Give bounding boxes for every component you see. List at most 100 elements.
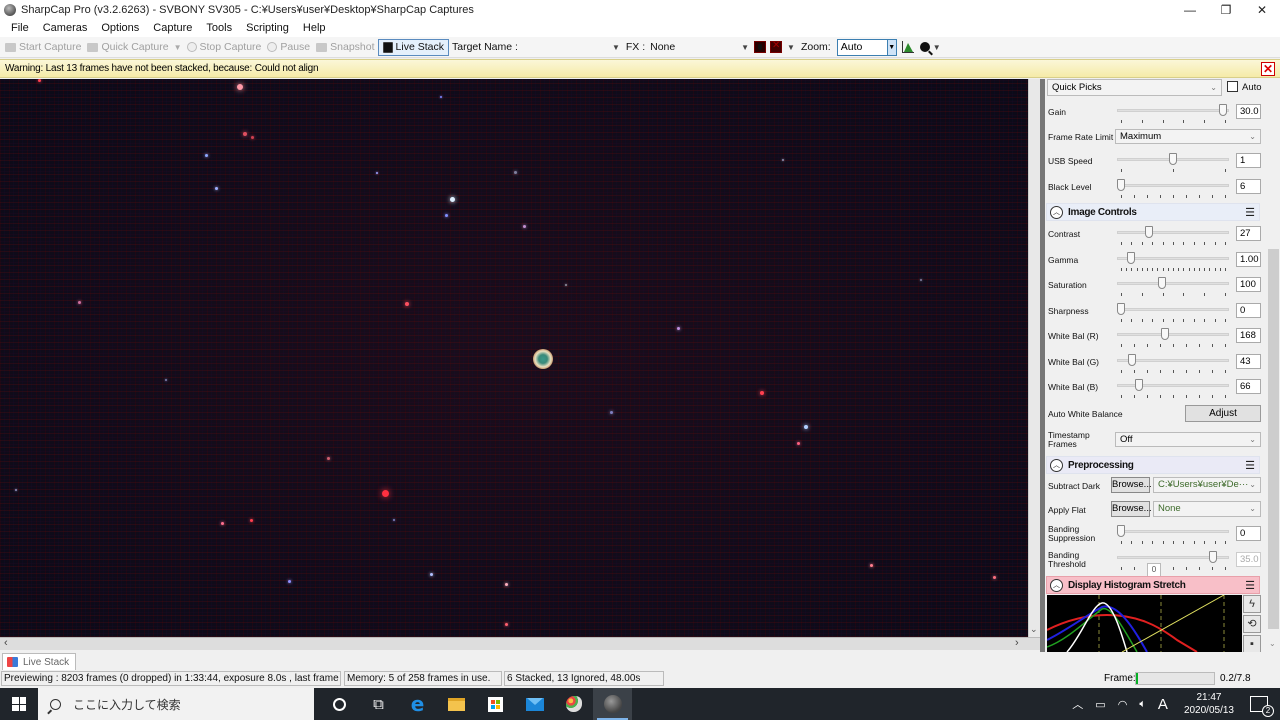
wb-red-slider[interactable]: [1117, 328, 1229, 342]
contrast-value[interactable]: 27: [1236, 226, 1261, 241]
section-menu-icon[interactable]: ☰: [1245, 579, 1255, 592]
task-view-button[interactable]: ⧉: [359, 688, 398, 720]
wb-red-value[interactable]: 168: [1236, 328, 1261, 343]
menu-file[interactable]: File: [4, 22, 36, 34]
wb-green-slider[interactable]: [1117, 354, 1229, 368]
quick-capture-button[interactable]: Quick Capture: [84, 38, 171, 56]
wb-blue-slider[interactable]: [1117, 379, 1229, 393]
edge-button[interactable]: e: [398, 688, 437, 720]
scroll-right-icon[interactable]: ›: [1015, 637, 1019, 649]
gamma-slider[interactable]: [1117, 252, 1229, 266]
wb-green-value[interactable]: 43: [1236, 354, 1261, 369]
scroll-down-icon[interactable]: ⌄: [1030, 624, 1038, 635]
reticle-overlay-icon[interactable]: [754, 41, 767, 53]
section-menu-icon[interactable]: ☰: [1245, 206, 1255, 219]
sharpness-value[interactable]: 0: [1236, 303, 1261, 318]
saturation-slider[interactable]: [1117, 277, 1229, 291]
panel-scrollbar-thumb[interactable]: [1268, 249, 1279, 629]
menu-capture[interactable]: Capture: [146, 22, 199, 34]
apply-flat-browse-button[interactable]: Browse...: [1111, 501, 1152, 517]
panel-scrollbar[interactable]: ⌄: [1267, 79, 1280, 652]
histogram-icon[interactable]: [901, 41, 914, 53]
frame-rate-select[interactable]: Maximum ⌄: [1115, 129, 1261, 144]
collapse-icon[interactable]: ︿: [1050, 205, 1063, 219]
ime-indicator[interactable]: A: [1158, 696, 1168, 713]
banding-threshold-slider[interactable]: [1117, 551, 1229, 565]
maximize-button[interactable]: ❐: [1208, 0, 1244, 19]
notification-center-button[interactable]: 2: [1250, 696, 1274, 717]
saturation-value[interactable]: 100: [1236, 277, 1261, 292]
show-hidden-icons[interactable]: ︿: [1072, 696, 1083, 712]
close-button[interactable]: ✕: [1244, 0, 1280, 19]
menu-cameras[interactable]: Cameras: [36, 22, 95, 34]
magnifier-dropdown-icon[interactable]: ▼: [930, 43, 944, 52]
usb-speed-slider[interactable]: [1117, 153, 1229, 167]
section-menu-icon[interactable]: ☰: [1245, 459, 1255, 472]
live-stack-button[interactable]: Live Stack: [377, 38, 449, 56]
gain-value[interactable]: 30.0: [1236, 104, 1261, 119]
clock[interactable]: 21:47 2020/05/13: [1184, 691, 1234, 717]
black-level-value[interactable]: 6: [1236, 179, 1261, 194]
auto-checkbox[interactable]: [1227, 81, 1238, 92]
tab-live-stack[interactable]: Live Stack: [2, 653, 77, 670]
target-name-dropdown-icon[interactable]: ▼: [609, 43, 623, 52]
usb-speed-value[interactable]: 1: [1236, 153, 1261, 168]
overlay-dropdown-icon[interactable]: ▼: [784, 43, 798, 52]
stop-capture-button[interactable]: Stop Capture: [184, 38, 265, 56]
save-icon[interactable]: ▪: [1243, 635, 1261, 652]
store-button[interactable]: [476, 688, 515, 720]
banding-suppression-slider[interactable]: [1117, 525, 1229, 539]
menu-help[interactable]: Help: [296, 22, 333, 34]
scroll-left-icon[interactable]: ‹: [4, 637, 8, 649]
menu-options[interactable]: Options: [94, 22, 146, 34]
saturation-slider-thumb[interactable]: [1157, 277, 1166, 289]
subtract-dark-select[interactable]: C:¥Users¥user¥De··· ⌄: [1153, 477, 1261, 493]
gain-slider-thumb[interactable]: [1218, 104, 1227, 116]
magnifier-icon[interactable]: [919, 42, 930, 52]
image-controls-header[interactable]: ︿ Image Controls ☰: [1046, 203, 1260, 221]
fx-dropdown-icon[interactable]: ▼: [738, 43, 752, 52]
zoom-select[interactable]: Auto ▼: [836, 38, 897, 56]
black-level-slider-thumb[interactable]: [1117, 179, 1125, 191]
sharpness-slider[interactable]: [1117, 303, 1229, 317]
reset-icon[interactable]: ⟲: [1243, 615, 1261, 633]
snapshot-button[interactable]: Snapshot: [313, 38, 377, 56]
collapse-icon[interactable]: ︿: [1050, 458, 1063, 472]
focus-overlay-icon[interactable]: [770, 40, 783, 53]
viewport-vertical-scrollbar[interactable]: ⌄: [1028, 79, 1040, 637]
histogram-header[interactable]: ︿ Display Histogram Stretch ☰: [1046, 576, 1260, 594]
apply-flat-select[interactable]: None ⌄: [1153, 501, 1261, 517]
start-button[interactable]: [0, 688, 38, 720]
mail-button[interactable]: [515, 688, 554, 720]
wb-blue-slider-thumb[interactable]: [1134, 379, 1143, 391]
subtract-dark-browse-button[interactable]: Browse...: [1111, 477, 1152, 493]
contrast-slider[interactable]: [1117, 226, 1229, 240]
menu-scripting[interactable]: Scripting: [239, 22, 296, 34]
preprocessing-header[interactable]: ︿ Preprocessing ☰: [1046, 456, 1260, 474]
battery-icon[interactable]: ▭: [1095, 698, 1105, 711]
wifi-icon[interactable]: ◠: [1118, 698, 1128, 711]
target-name-input[interactable]: [520, 39, 609, 55]
sharpcap-taskbar-button[interactable]: [593, 688, 632, 720]
warning-close-button[interactable]: ✕: [1261, 62, 1275, 76]
cortana-button[interactable]: [320, 688, 359, 720]
start-capture-button[interactable]: Start Capture: [2, 38, 84, 56]
histogram-display[interactable]: [1047, 595, 1242, 652]
auto-stretch-icon[interactable]: ϟ: [1243, 595, 1261, 613]
taskbar-search[interactable]: ここに入力して検索: [38, 688, 314, 720]
fx-select[interactable]: None: [648, 41, 738, 53]
banding-suppression-value[interactable]: 0: [1236, 526, 1261, 541]
volume-icon[interactable]: 🔈︎: [1139, 698, 1146, 711]
adjust-button[interactable]: Adjust: [1185, 405, 1261, 422]
banding-suppression-slider-thumb[interactable]: [1117, 525, 1125, 537]
file-explorer-button[interactable]: [437, 688, 476, 720]
gain-slider[interactable]: [1117, 104, 1229, 118]
gamma-value[interactable]: 1.00: [1236, 252, 1261, 267]
banding-threshold-value[interactable]: 35.0: [1236, 552, 1261, 567]
scroll-down-icon[interactable]: ⌄: [1269, 639, 1276, 648]
sharpness-slider-thumb[interactable]: [1117, 303, 1125, 315]
wb-green-slider-thumb[interactable]: [1128, 354, 1137, 366]
wb-blue-value[interactable]: 66: [1236, 379, 1261, 394]
contrast-slider-thumb[interactable]: [1145, 226, 1154, 238]
menu-tools[interactable]: Tools: [199, 22, 239, 34]
